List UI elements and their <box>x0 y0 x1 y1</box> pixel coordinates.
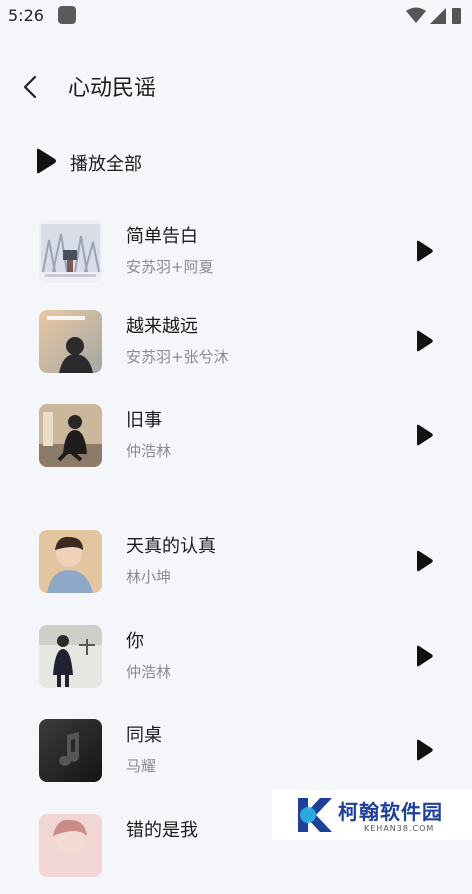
play-icon[interactable] <box>414 739 434 761</box>
wifi-icon <box>406 7 426 23</box>
song-item[interactable]: 你 仲浩林 <box>0 625 472 705</box>
song-artist: 林小坤 <box>126 568 172 586</box>
play-icon <box>37 148 56 174</box>
song-artist: 仲浩林 <box>126 663 172 681</box>
album-cover <box>39 310 102 373</box>
watermark-name: 柯翰软件园 <box>338 800 443 824</box>
song-title: 同桌 <box>126 725 162 746</box>
song-title: 简单告白 <box>126 226 198 247</box>
song-title: 天真的认真 <box>126 536 216 557</box>
song-artist: 安苏羽+阿夏 <box>126 258 214 276</box>
song-item[interactable]: 天真的认真 林小坤 <box>0 530 472 610</box>
song-artist: 安苏羽+张兮沐 <box>126 348 229 366</box>
play-all-button[interactable]: 播放全部 <box>34 146 214 178</box>
kehan-logo-icon <box>298 798 332 832</box>
album-cover <box>39 625 102 688</box>
play-icon[interactable] <box>414 424 434 446</box>
song-artist: 仲浩林 <box>126 442 172 460</box>
song-artist: 马耀 <box>126 757 157 775</box>
song-item[interactable]: 同桌 马耀 <box>0 719 472 799</box>
cell-signal-icon <box>430 8 446 24</box>
song-title: 旧事 <box>126 410 162 431</box>
album-cover <box>39 530 102 593</box>
watermark-domain: KEHAN38.COM <box>364 824 435 833</box>
status-time: 5:26 <box>8 6 44 25</box>
page-title: 心动民谣 <box>68 76 157 101</box>
watermark: 柯翰软件园 KEHAN38.COM <box>272 790 472 840</box>
song-title: 越来越远 <box>126 316 198 337</box>
song-item[interactable]: 简单告白 安苏羽+阿夏 <box>0 220 472 300</box>
status-bar: 5:26 <box>0 0 472 34</box>
play-icon[interactable] <box>414 550 434 572</box>
album-cover <box>39 814 102 877</box>
play-all-label: 播放全部 <box>70 154 142 175</box>
song-item[interactable]: 旧事 仲浩林 <box>0 404 472 484</box>
album-cover <box>39 719 102 782</box>
song-item[interactable]: 越来越远 安苏羽+张兮沐 <box>0 310 472 390</box>
battery-icon <box>452 8 461 24</box>
chevron-left-icon[interactable] <box>18 72 44 102</box>
song-title: 错的是我 <box>126 820 198 841</box>
play-icon[interactable] <box>414 330 434 352</box>
play-icon[interactable] <box>414 240 434 262</box>
album-cover <box>39 220 102 283</box>
signal-icons <box>406 7 461 24</box>
song-title: 你 <box>126 631 144 652</box>
album-cover <box>39 404 102 467</box>
play-icon[interactable] <box>414 645 434 667</box>
notification-icon <box>58 6 76 24</box>
